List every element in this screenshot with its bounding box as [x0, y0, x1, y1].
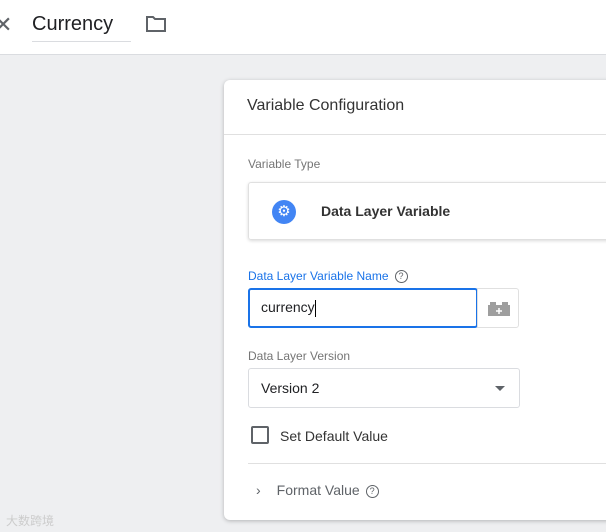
version-value: Version 2	[261, 380, 320, 396]
brick-plus-icon	[488, 302, 510, 316]
variable-type-selector[interactable]: ⚙ Data Layer Variable	[248, 182, 606, 240]
insert-variable-button[interactable]	[477, 288, 519, 328]
name-label: Data Layer Variable Name?	[248, 269, 408, 284]
name-label-text: Data Layer Variable Name	[248, 269, 389, 283]
folder-icon[interactable]	[146, 15, 166, 38]
top-bar: ✕ Currency	[0, 0, 606, 55]
help-icon[interactable]: ?	[394, 270, 408, 284]
chevron-right-icon: ›	[256, 482, 261, 498]
divider	[248, 463, 606, 464]
close-icon[interactable]: ✕	[0, 12, 12, 38]
help-icon[interactable]: ?	[365, 484, 379, 498]
variable-configuration-card: Variable Configuration Variable Type ⚙ D…	[224, 80, 606, 520]
default-value-label[interactable]: Set Default Value	[280, 428, 388, 444]
format-value-label: Format Value	[276, 482, 360, 498]
dropdown-arrow-icon	[495, 386, 505, 391]
version-label: Data Layer Version	[248, 349, 351, 363]
watermark: 大数跨境	[6, 514, 55, 528]
card-title: Variable Configuration	[224, 80, 606, 135]
input-value: currency	[261, 299, 315, 315]
default-value-checkbox[interactable]	[251, 426, 269, 444]
variable-type-label: Variable Type	[248, 157, 321, 171]
variable-name-title[interactable]: Currency	[32, 10, 131, 42]
version-select[interactable]: Version 2	[248, 368, 520, 408]
variable-type-name: Data Layer Variable	[321, 203, 451, 219]
variable-name-input[interactable]: currency	[248, 288, 478, 328]
format-value-toggle[interactable]: › Format Value?	[256, 482, 379, 498]
text-caret	[314, 299, 316, 317]
gear-icon: ⚙	[272, 200, 296, 224]
